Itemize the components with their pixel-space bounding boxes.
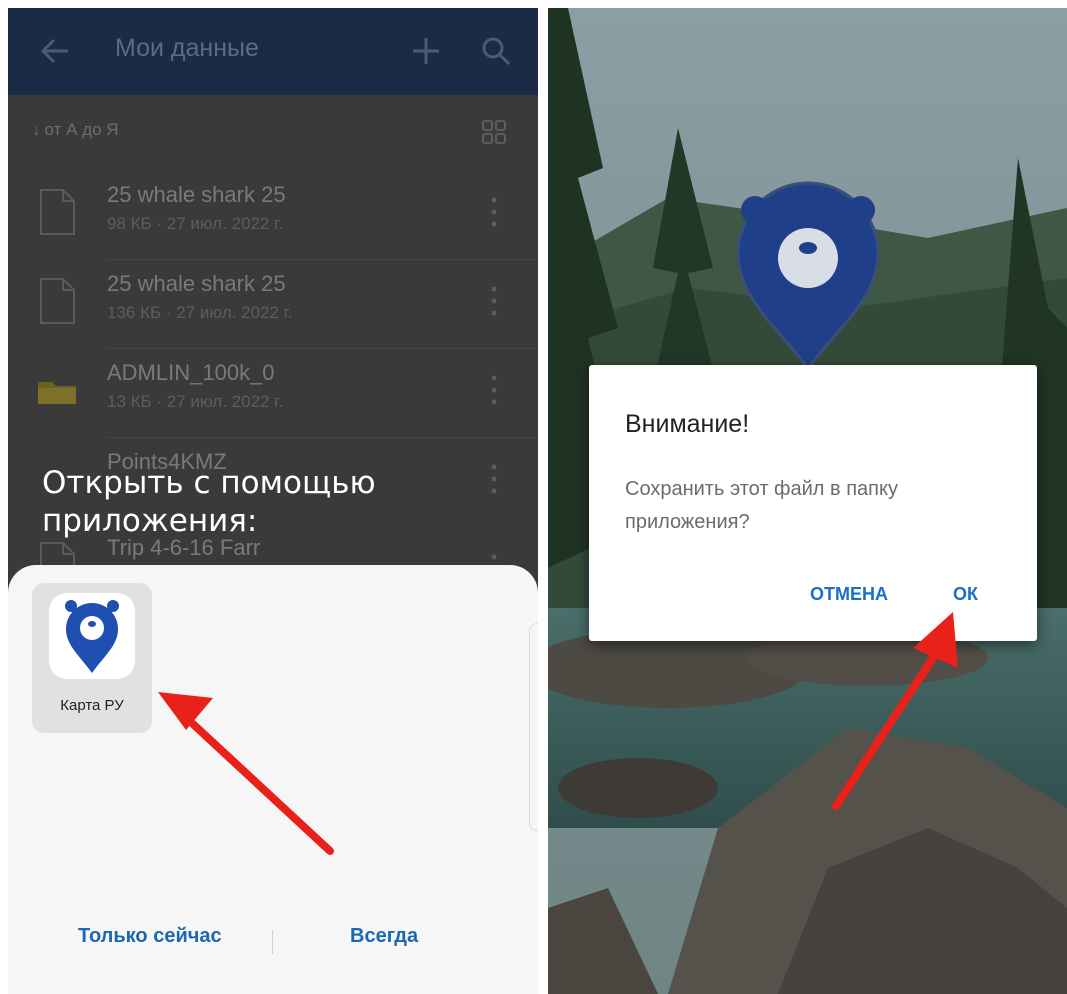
file-manager-screen: Мои данные ↓ от А до Я 25 whale shark 25 … [8, 8, 538, 994]
cancel-button[interactable]: ОТМЕНА [810, 584, 888, 605]
divider [107, 348, 538, 349]
more-vert-icon[interactable] [486, 372, 502, 408]
open-with-line-2: приложения: [42, 503, 258, 539]
file-meta: 13 КБ · 27 июл. 2022 г. [107, 392, 284, 411]
file-name: 25 whale shark 25 [107, 271, 286, 296]
scroll-edge [529, 623, 538, 831]
file-meta: 98 КБ · 27 июл. 2022 г. [107, 214, 284, 233]
divider [272, 930, 273, 954]
open-with-line-1: Открыть с помощью [42, 465, 376, 501]
ok-button[interactable]: ОК [953, 584, 978, 605]
sort-arrow-icon: ↓ [32, 120, 41, 139]
app-bar: Мои данные [8, 8, 538, 95]
file-name: 25 whale shark 25 [107, 182, 286, 207]
app-label: Карта РУ [60, 697, 124, 714]
page-title: Мои данные [115, 34, 259, 62]
more-vert-icon[interactable] [486, 194, 502, 230]
more-vert-icon[interactable] [486, 461, 502, 497]
grid-view-icon[interactable] [481, 119, 507, 145]
just-once-button[interactable]: Только сейчас [78, 925, 222, 948]
search-icon[interactable] [481, 36, 511, 66]
app-option-karta-ru[interactable]: Карта РУ [32, 583, 152, 733]
list-item[interactable]: 25 whale shark 25 136 КБ · 27 июл. 2022 … [8, 263, 538, 352]
plus-icon[interactable] [411, 36, 441, 66]
dialog-message: Сохранить этот файл в папку приложения? [625, 478, 898, 533]
list-item[interactable]: 25 whale shark 25 98 КБ · 27 июл. 2022 г… [8, 174, 538, 263]
more-vert-icon[interactable] [486, 283, 502, 319]
karta-ru-screen: Внимание! Сохранить этот файл в папку пр… [548, 8, 1067, 994]
dialog-title: Внимание! [625, 410, 750, 438]
file-icon [40, 189, 75, 235]
attention-dialog: Внимание! Сохранить этот файл в папку пр… [589, 365, 1037, 641]
open-with-heading: Открыть с помощью приложения: [42, 464, 376, 540]
sort-label: от А до Я [44, 120, 119, 139]
sort-selector[interactable]: ↓ от А до Я [32, 120, 119, 140]
divider [107, 437, 538, 438]
app-chooser-sheet: Карта РУ Только сейчас Всегда [8, 565, 538, 994]
file-name: ADMLIN_100k_0 [107, 360, 275, 385]
folder-icon [38, 382, 76, 404]
arrow-left-icon[interactable] [38, 34, 72, 68]
divider [107, 259, 538, 260]
file-icon [40, 278, 75, 324]
karta-ru-logo-icon [49, 593, 135, 679]
always-button[interactable]: Всегда [350, 925, 418, 948]
list-item[interactable]: ADMLIN_100k_0 13 КБ · 27 июл. 2022 г. [8, 352, 538, 441]
file-meta: 136 КБ · 27 июл. 2022 г. [107, 303, 293, 322]
